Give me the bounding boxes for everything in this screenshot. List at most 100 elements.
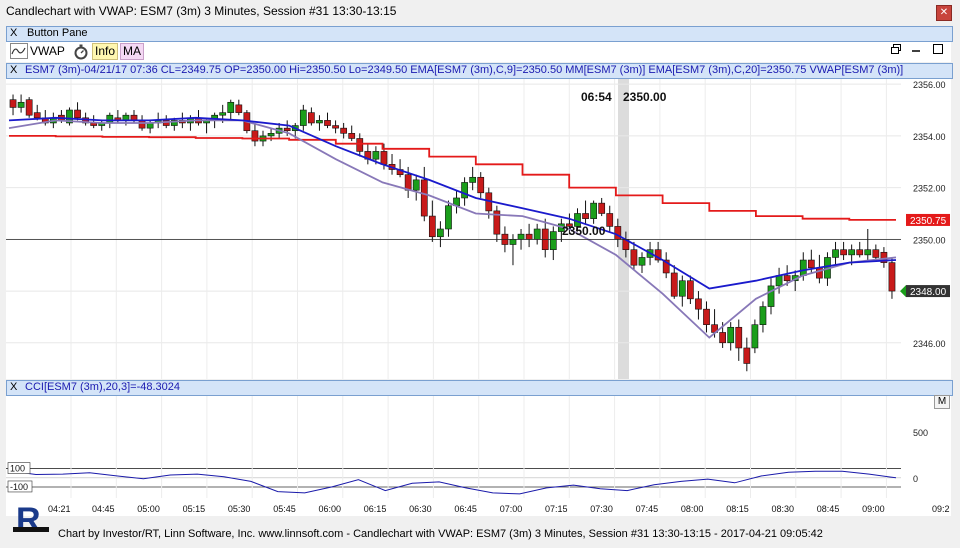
cci-m-button[interactable]: M xyxy=(934,395,950,409)
candle-body xyxy=(283,127,291,132)
candle-body xyxy=(735,326,743,349)
candle-body xyxy=(74,109,81,119)
candle-body xyxy=(324,120,331,126)
price-axis-label: 2346.00 xyxy=(913,339,946,349)
candle-body xyxy=(251,130,259,142)
svg-text:R: R xyxy=(16,501,41,539)
cci-plot-area xyxy=(6,395,901,498)
candle-body xyxy=(695,298,702,310)
time-axis-label: 05:45 xyxy=(273,504,296,514)
time-axis-label: 05:30 xyxy=(228,504,251,514)
candle-body xyxy=(832,249,839,258)
candle-body xyxy=(404,174,412,191)
time-axis-label: 07:45 xyxy=(636,504,659,514)
cursor-price: 2350.00 xyxy=(623,90,667,104)
candle-body xyxy=(807,259,815,269)
candle-body xyxy=(775,275,783,287)
footer-caption: Chart by Investor/RT, Linn Software, Inc… xyxy=(58,528,823,540)
candle-body xyxy=(856,249,864,256)
candle-body xyxy=(461,182,468,199)
time-axis-label: 07:15 xyxy=(545,504,568,514)
candle-body xyxy=(864,249,872,256)
candle-body xyxy=(308,112,315,124)
candle-body xyxy=(106,114,114,124)
candle-body xyxy=(372,151,380,160)
candle-body xyxy=(33,112,41,119)
candle-body xyxy=(348,133,356,139)
time-axis-label: 05:15 xyxy=(183,504,206,514)
candle-body xyxy=(751,324,759,349)
time-axis-label: 08:45 xyxy=(817,504,840,514)
time-axis-label: 06:15 xyxy=(364,504,387,514)
candle-body xyxy=(759,306,767,325)
candle-body xyxy=(582,213,589,219)
price-axis-label: 2354.00 xyxy=(913,132,946,142)
candle-body xyxy=(517,233,525,240)
candle-body xyxy=(299,109,307,126)
candle-body xyxy=(598,202,606,214)
candle-body xyxy=(670,272,678,297)
cci-pane-legend-bar: X CCI[ESM7 (3m),20,3]=-48.3024 xyxy=(6,380,953,396)
candle-body xyxy=(872,249,880,258)
cci-axis-label: 0 xyxy=(913,474,918,484)
candle-body xyxy=(638,257,646,266)
candle-body xyxy=(469,176,477,183)
price-axis-label: 2350.00 xyxy=(913,235,946,245)
candle-body xyxy=(840,249,847,256)
candle-body xyxy=(743,347,751,364)
time-axis-label: 08:30 xyxy=(772,504,795,514)
candle-body xyxy=(533,228,541,240)
candle-body xyxy=(816,267,823,279)
candle-body xyxy=(437,228,444,238)
candle-body xyxy=(380,151,388,165)
time-axis-label: 08:15 xyxy=(726,504,749,514)
candle-body xyxy=(412,179,420,191)
candle-body xyxy=(477,176,485,194)
price-axis-label: 2352.00 xyxy=(913,184,946,194)
time-axis-label: 09:00 xyxy=(862,504,885,514)
time-axis-label: 06:00 xyxy=(319,504,342,514)
candle-body xyxy=(138,120,146,129)
time-axis-label: 08:00 xyxy=(681,504,704,514)
candle-body xyxy=(719,332,726,344)
candle-body xyxy=(17,101,25,108)
candle-body xyxy=(783,275,791,282)
time-axis-label: 06:30 xyxy=(409,504,432,514)
candle-body xyxy=(428,215,436,238)
candle-body xyxy=(509,239,517,245)
candle-body xyxy=(356,138,364,152)
time-axis-label: 09:2 xyxy=(932,504,950,514)
price-axis-label: 2356.00 xyxy=(913,80,946,90)
cci-level-100-label: 100 xyxy=(10,464,25,474)
candle-body xyxy=(227,101,235,113)
candle-body xyxy=(445,205,452,230)
candle-body xyxy=(332,125,339,129)
cci-pane-close-button[interactable]: X xyxy=(10,381,17,393)
price-axis-area xyxy=(901,79,951,379)
cci-level-minus100-label: -100 xyxy=(10,482,28,492)
candle-body xyxy=(848,249,856,256)
cci-axis-label: 500 xyxy=(913,428,928,438)
investor-rt-logo: R xyxy=(12,500,52,540)
time-axis-label: 05:00 xyxy=(137,504,160,514)
time-axis-label: 04:45 xyxy=(92,504,115,514)
cci-axis-area xyxy=(901,395,951,498)
candle-body xyxy=(630,249,638,266)
candle-body xyxy=(799,259,807,276)
last-price-tag: 2348.00 xyxy=(910,287,947,298)
candle-body xyxy=(316,120,323,124)
candle-body xyxy=(678,280,686,297)
time-axis-label: 07:30 xyxy=(590,504,613,514)
candle-body xyxy=(235,104,243,113)
candle-body xyxy=(549,231,557,250)
cursor-time: 06:54 xyxy=(581,90,612,104)
candle-body xyxy=(687,280,694,300)
candle-body xyxy=(9,99,17,108)
vwap-tag: 2350.75 xyxy=(910,216,947,227)
cci-pane-legend: CCI[ESM7 (3m),20,3]=-48.3024 xyxy=(25,381,180,393)
candle-body xyxy=(340,127,348,134)
candle-body xyxy=(727,326,735,344)
price-chart[interactable]: 2356.00 2354.00 2352.00 2350.00 2348.00 2346.… xyxy=(0,0,960,548)
candle-body xyxy=(219,112,227,116)
candle-body xyxy=(25,99,33,116)
